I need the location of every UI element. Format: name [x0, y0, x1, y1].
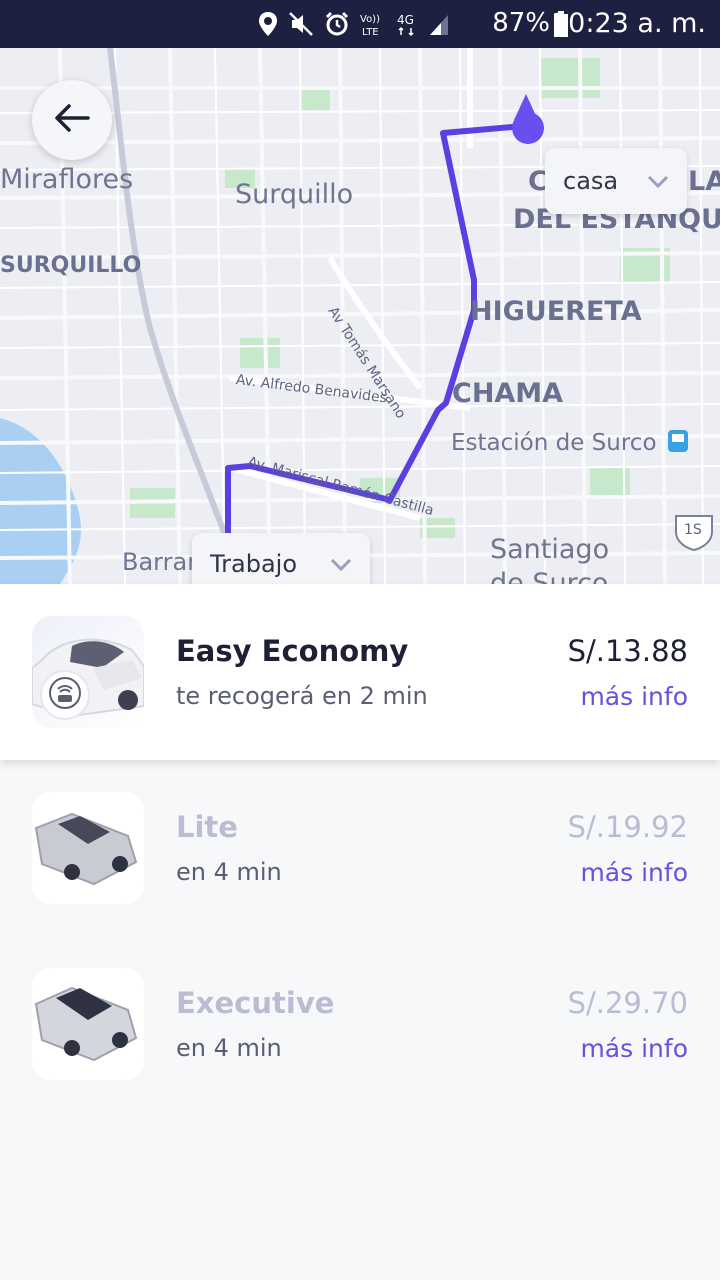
wifi-car-badge — [40, 670, 90, 720]
option-name: Lite — [176, 810, 238, 844]
clock: 10:23 a. m. — [551, 8, 706, 39]
home-chip-label: casa — [563, 167, 619, 195]
status-icons: Vo)) LTE 4G — [258, 0, 450, 48]
more-info-link[interactable]: más info — [580, 682, 688, 711]
back-button[interactable] — [32, 80, 112, 160]
car-thumbnail — [32, 792, 144, 904]
work-chip-label: Trabajo — [210, 550, 297, 578]
option-name: Executive — [176, 986, 335, 1020]
map-label-surquillo-district: SURQUILLO — [0, 253, 142, 278]
map-label-route-1s: 1S — [684, 522, 702, 538]
signal-icon — [428, 11, 450, 37]
ride-option-lite[interactable]: Lite en 4 min S/.19.92 más info — [0, 760, 720, 936]
svg-text:Vo)): Vo)) — [360, 14, 380, 25]
map-label-la: LA — [688, 166, 720, 197]
svg-text:LTE: LTE — [362, 27, 379, 37]
ride-options-sheet: Easy Economy te recogerá en 2 min S/.13.… — [0, 584, 720, 1280]
option-eta: en 4 min — [176, 858, 282, 886]
option-eta: te recogerá en 2 min — [176, 682, 428, 710]
more-info-link[interactable]: más info — [580, 1034, 688, 1063]
car-thumbnail — [32, 968, 144, 1080]
option-price: S/.29.70 — [567, 986, 688, 1020]
chevron-down-icon — [647, 167, 669, 195]
option-price: S/.19.92 — [567, 810, 688, 844]
car-icon — [34, 986, 138, 1062]
map-label-miraflores: Miraflores — [0, 164, 134, 195]
status-bar: Vo)) LTE 4G 87% 10:23 a. m. — [0, 0, 720, 48]
map-label-de-surco: de Surco — [490, 568, 609, 584]
work-location-chip[interactable]: Trabajo — [192, 533, 370, 584]
metro-station-icon — [668, 430, 688, 452]
connected-car-icon — [48, 676, 82, 714]
map-label-chama: CHAMA — [452, 378, 564, 409]
map-label-surquillo: Surquillo — [235, 179, 354, 210]
option-name: Easy Economy — [176, 634, 409, 668]
more-info-link[interactable]: más info — [580, 858, 688, 887]
svg-text:4G: 4G — [397, 13, 414, 27]
car-icon — [34, 812, 138, 886]
home-location-chip[interactable]: casa — [545, 148, 687, 214]
location-icon — [258, 11, 278, 37]
arrow-left-icon — [54, 103, 90, 137]
battery-percent: 87% — [492, 8, 550, 38]
option-eta: en 4 min — [176, 1034, 282, 1062]
ride-option-easy-economy[interactable]: Easy Economy te recogerá en 2 min S/.13.… — [0, 584, 720, 760]
ride-option-executive[interactable]: Executive en 4 min S/.29.70 más info — [0, 936, 720, 1112]
mute-icon — [288, 11, 314, 37]
map-label-estacion-surco: Estación de Surco — [451, 430, 657, 456]
map-label-barranco: Barran — [122, 548, 203, 576]
alarm-icon — [324, 11, 350, 37]
network-4g-icon: 4G — [396, 11, 418, 37]
map-view[interactable]: Miraflores Surquillo SURQUILLO HIGUERETA… — [0, 48, 720, 584]
map-label-santiago: Santiago — [490, 534, 610, 565]
volte-icon: Vo)) LTE — [360, 11, 386, 37]
chevron-down-icon — [330, 550, 352, 578]
map-label-higuereta: HIGUERETA — [470, 296, 642, 327]
option-price: S/.13.88 — [567, 634, 688, 668]
